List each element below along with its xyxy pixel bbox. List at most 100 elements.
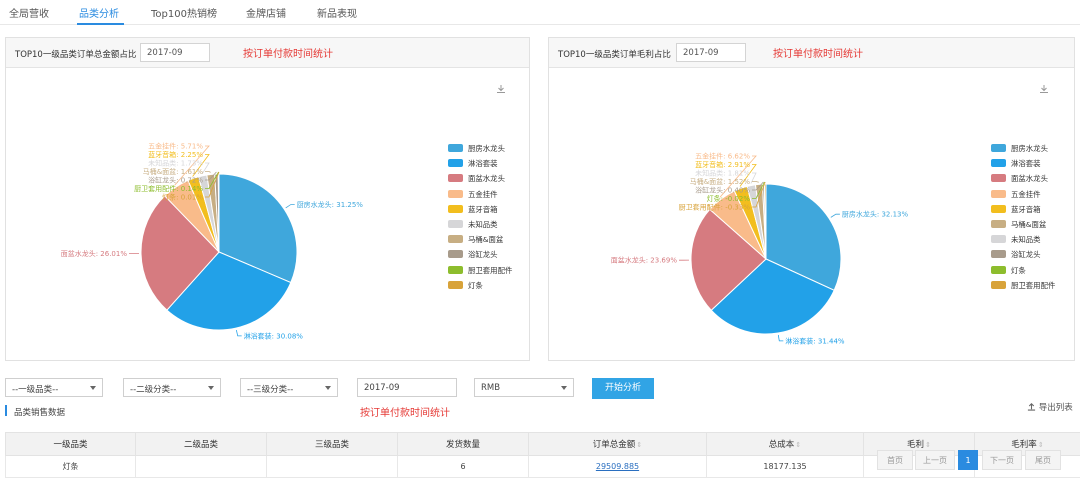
legend-swatch [448,250,463,259]
legend-item[interactable]: 蓝牙音箱 [448,203,548,218]
cell-shipped-qty: 6 [397,455,529,478]
legend-item[interactable]: 浴缸龙头 [991,248,1080,263]
top-tab-bar: 全局营收 品类分析 Top100热销榜 金牌店铺 新品表现 [0,0,1080,25]
pie-data-label: 厨房水龙头: 31.25% [297,200,364,209]
pie-label-line [285,204,295,209]
export-label: 导出列表 [1038,403,1073,413]
legend-swatch [991,250,1006,259]
legend-label: 五金挂件 [1011,189,1041,199]
pie-label-line [201,162,210,175]
legend-label: 五金挂件 [468,189,498,199]
date-value: 2017-09 [364,383,400,393]
legend-item[interactable]: 灯条 [448,279,548,294]
legend-item[interactable]: 蓝牙音箱 [991,203,1080,218]
order-amount-link[interactable]: 29509.885 [596,462,639,471]
currency-select[interactable]: RMB [474,378,574,397]
payment-time-note: 按订单付款时间统计 [360,408,450,419]
legend-item[interactable]: 未知品类 [448,218,548,233]
select-value: --二级分类-- [130,385,177,395]
col-header-level3: 三级品类 [266,432,398,456]
col-header-level1: 一级品类 [5,432,136,456]
chevron-down-icon [325,386,331,390]
pie-data-label: 五金挂件: 6.62% [695,152,750,161]
pie-data-label: 马桶&面盆: 1.61% [143,167,204,176]
sort-icon[interactable]: ⇕ [925,441,931,449]
level2-category-select[interactable]: --二级分类-- [123,378,221,397]
level3-category-select[interactable]: --三级分类-- [240,378,338,397]
legend-item[interactable]: 厨卫套用配件 [448,264,548,279]
cell-order-amount[interactable]: 29509.885 [528,455,707,478]
legend-item[interactable]: 未知品类 [991,233,1080,248]
pie-data-label: 蓝牙音箱: 2.91% [695,160,750,169]
pie-data-label: 浴缸龙头: 0.40% [695,186,750,195]
legend-swatch [991,204,1006,213]
amount-share-pie-chart: 厨房水龙头: 31.25% 淋浴套装: 30.08% 面盆水龙头: 26.01% 五金… [61,142,364,341]
sort-icon[interactable]: ⇕ [1038,441,1044,449]
section-title: 品类销售数据 [14,408,66,418]
export-list-button[interactable]: 导出列表 [1027,401,1073,413]
tab-top100[interactable]: Top100热销榜 [151,5,217,20]
download-icon[interactable] [496,84,506,94]
legend-item[interactable]: 马桶&面盆 [448,233,548,248]
tab-overall-revenue[interactable]: 全局营收 [9,5,49,20]
legend-item[interactable]: 五金挂件 [448,188,548,203]
tab-gold-stores[interactable]: 金牌店铺 [246,5,286,20]
month-picker[interactable]: 2017-09 [676,43,746,62]
chevron-down-icon [90,386,96,390]
month-picker[interactable]: 2017-09 [140,43,210,62]
col-header-level2: 二级品类 [135,432,267,456]
cell-total-cost: 18177.135 [706,455,864,478]
panel-title: TOP10一级品类订单总金额占比 [15,50,137,60]
legend-item[interactable]: 厨房水龙头 [991,142,1080,157]
legend-item[interactable]: 面盆水龙头 [991,172,1080,187]
legend-label: 浴缸龙头 [468,250,498,260]
legend-swatch [448,144,463,152]
sort-icon[interactable]: ⇕ [636,441,642,449]
pager-last-button[interactable]: 尾页 [1025,450,1061,470]
tab-category-analysis[interactable]: 品类分析 [79,5,119,20]
legend-label: 淋浴套装 [1011,159,1041,169]
legend-swatch [448,280,463,289]
download-icon[interactable] [1039,84,1049,94]
amount-share-panel: TOP10一级品类订单总金额占比 2017-09 按订单付款时间统计 厨房水龙头… [5,37,530,361]
select-value: --一级品类-- [12,385,59,395]
legend-item[interactable]: 面盆水龙头 [448,172,548,187]
pager-next-button[interactable]: 下一页 [982,450,1022,470]
legend-item[interactable]: 淋浴套装 [991,157,1080,172]
pie-data-label: 厨卫套用配件: 0.14% [134,184,203,193]
legend-swatch [448,174,463,183]
pager-current-page[interactable]: 1 [958,450,978,470]
cell-level1: 灯条 [5,455,136,478]
legend-swatch [448,159,463,168]
panel-header: TOP10一级品类订单总金额占比 2017-09 按订单付款时间统计 [6,38,529,68]
legend-item[interactable]: 灯条 [991,264,1080,279]
pager-first-button[interactable]: 首页 [877,450,913,470]
legend-swatch [448,235,463,244]
select-value: --三级分类-- [247,385,294,395]
legend-label: 厨房水龙头 [1011,144,1048,153]
legend-item[interactable]: 厨房水龙头 [448,142,548,157]
sort-icon[interactable]: ⇕ [795,441,801,449]
legend-swatch [448,204,463,213]
legend-swatch [991,174,1006,183]
legend-label: 面盆水龙头 [468,174,505,184]
legend-item[interactable]: 淋浴套装 [448,157,548,172]
legend-item[interactable]: 马桶&面盆 [991,218,1080,233]
legend-label: 面盆水龙头 [1011,174,1048,184]
legend-item[interactable]: 五金挂件 [991,188,1080,203]
legend-label: 马桶&面盆 [468,235,504,245]
pie-data-label: 五金挂件: 5.71% [148,142,203,151]
col-header-total-cost[interactable]: 总成本⇕ [706,432,864,456]
legend-item[interactable]: 浴缸龙头 [448,248,548,263]
pie-label-line [777,334,784,342]
start-analysis-button[interactable]: 开始分析 [592,378,654,399]
pie-data-label: 厨卫套用配件: -0.33% [679,203,751,212]
pie-data-label: 灯条: 0.01% [162,193,203,202]
legend-item[interactable]: 厨卫套用配件 [991,279,1080,294]
month-picker[interactable]: 2017-09 [357,378,457,397]
level1-category-select[interactable]: --一级品类-- [5,378,103,397]
pager-prev-button[interactable]: 上一页 [915,450,955,470]
pie-data-label: 浴缸龙头: 0.72% [148,176,203,185]
col-header-order-amount[interactable]: 订单总金额⇕ [528,432,707,456]
tab-new-products[interactable]: 新品表现 [317,5,357,20]
